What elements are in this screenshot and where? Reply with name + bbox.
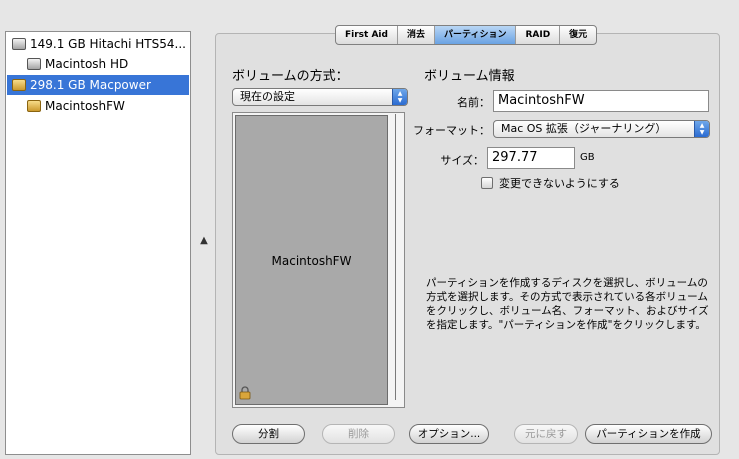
- revert-button[interactable]: 元に戻す: [514, 424, 578, 444]
- create-partition-button[interactable]: パーティションを作成: [585, 424, 712, 444]
- tab-partition[interactable]: パーティション: [433, 26, 516, 44]
- size-field[interactable]: 297.77: [487, 147, 575, 169]
- disk-item-hitachi[interactable]: 149.1 GB Hitachi HTS54...: [7, 34, 189, 54]
- volume-block-label: MacintoshFW: [271, 254, 352, 268]
- lock-icon: [239, 386, 251, 400]
- volume-resize-handle[interactable]: [395, 114, 396, 400]
- name-field[interactable]: MacintoshFW: [493, 90, 709, 112]
- tab-bar: First Aid 消去 パーティション RAID 復元: [335, 25, 598, 45]
- split-button[interactable]: 分割: [232, 424, 305, 444]
- size-label: サイズ：: [440, 154, 484, 167]
- lock-checkbox-label: 変更できないようにする: [499, 177, 620, 190]
- volume-block-macintoshfw[interactable]: MacintoshFW: [235, 115, 388, 405]
- volume-scheme-popup[interactable]: 現在の設定 ▲ ▼: [232, 88, 408, 106]
- lock-volume-option[interactable]: 変更できないようにする: [481, 175, 620, 191]
- options-button[interactable]: オプション...: [409, 424, 489, 444]
- name-label: 名前：: [457, 96, 490, 109]
- volume-icon: [27, 58, 41, 70]
- volume-item-macintoshfw[interactable]: MacintoshFW: [7, 96, 189, 116]
- volume-scheme-value: 現在の設定: [240, 90, 295, 103]
- volume-map: MacintoshFW: [232, 112, 405, 408]
- format-popup[interactable]: Mac OS 拡張（ジャーナリング） ▲ ▼: [493, 120, 710, 138]
- tab-raid[interactable]: RAID: [515, 26, 559, 44]
- hard-disk-icon: [12, 38, 26, 50]
- popup-arrows-icon: ▲ ▼: [694, 121, 709, 137]
- external-disk-icon: [12, 79, 26, 91]
- lock-checkbox[interactable]: [481, 177, 493, 189]
- splitter-grip-icon[interactable]: ▲: [199, 236, 209, 246]
- external-volume-icon: [27, 100, 41, 112]
- volume-info-heading: ボリューム情報: [424, 69, 515, 84]
- popup-arrows-icon: ▲ ▼: [392, 89, 407, 105]
- disk-item-macpower[interactable]: 298.1 GB Macpower: [7, 75, 189, 95]
- disk-item-label: 298.1 GB Macpower: [30, 78, 151, 92]
- delete-button[interactable]: 削除: [322, 424, 395, 444]
- disk-list[interactable]: 149.1 GB Hitachi HTS54... Macintosh HD 2…: [5, 31, 191, 455]
- tab-first-aid[interactable]: First Aid: [336, 26, 397, 44]
- tab-restore[interactable]: 復元: [559, 26, 596, 44]
- volume-item-macintosh-hd[interactable]: Macintosh HD: [7, 54, 189, 74]
- format-label: フォーマット：: [413, 124, 490, 137]
- help-text: パーティションを作成するディスクを選択し、ボリュームの方式を選択します。その方式…: [426, 277, 709, 331]
- volume-item-label: MacintoshFW: [45, 99, 125, 113]
- size-unit: GB: [580, 152, 595, 163]
- tab-erase[interactable]: 消去: [396, 26, 434, 44]
- format-value: Mac OS 拡張（ジャーナリング）: [501, 122, 667, 135]
- volume-scheme-heading: ボリュームの方式：: [232, 69, 349, 84]
- volume-item-label: Macintosh HD: [45, 57, 129, 71]
- disk-item-label: 149.1 GB Hitachi HTS54...: [30, 37, 186, 51]
